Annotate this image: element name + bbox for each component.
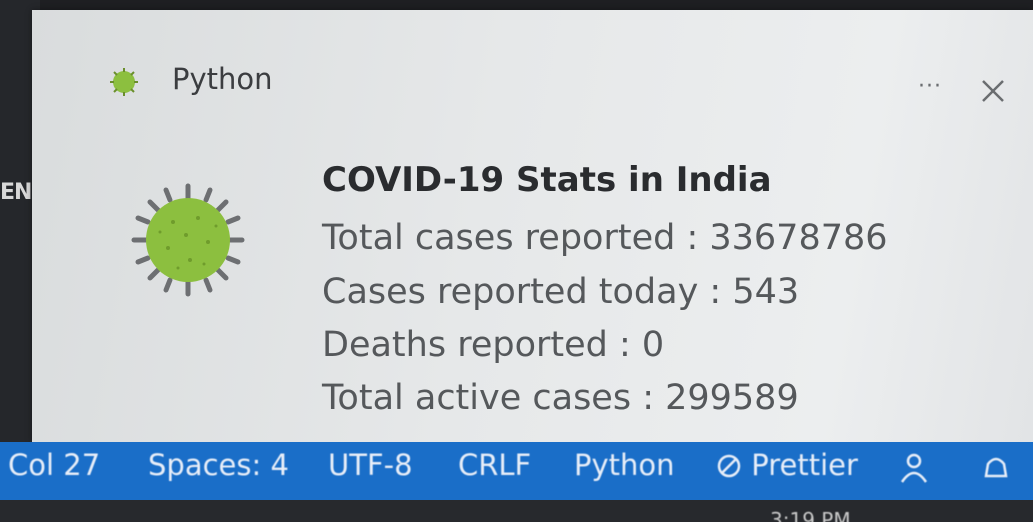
app-name: Python	[172, 62, 273, 96]
prettier-label: Prettier	[751, 448, 858, 482]
status-bar: Col 27 Spaces: 4 UTF-8 CRLF Python Prett…	[0, 442, 1033, 500]
total-cases-text: Total cases reported : 33678786	[322, 218, 888, 258]
close-icon[interactable]	[978, 76, 1008, 106]
virus-icon	[131, 183, 245, 297]
deaths-text: Deaths reported : 0	[322, 325, 665, 365]
prettier-status[interactable]: Prettier	[716, 448, 858, 482]
prettier-check-icon	[717, 454, 741, 478]
toast-notification[interactable]: Python ··· COVID-19 Stats in India Total…	[32, 10, 1033, 442]
python-app-icon	[110, 68, 138, 96]
feedback-person-icon[interactable]	[896, 450, 932, 486]
cursor-position[interactable]: Col 27	[8, 448, 100, 482]
end-of-line-selector[interactable]: CRLF	[458, 448, 531, 482]
indentation-selector[interactable]: Spaces: 4	[148, 448, 289, 482]
language-mode-selector[interactable]: Python	[574, 448, 675, 482]
taskbar: 3:19 PM	[0, 500, 1033, 522]
encoding-selector[interactable]: UTF-8	[328, 448, 413, 482]
active-cases-text: Total active cases : 299589	[322, 378, 799, 418]
more-options-button[interactable]: ···	[918, 74, 942, 99]
taskbar-clock[interactable]: 3:19 PM	[770, 508, 851, 522]
cases-today-text: Cases reported today : 543	[322, 272, 800, 312]
screen: EN Python ··· COVID-19 Stats in India To…	[0, 0, 1033, 522]
editor-edge-text: EN	[0, 180, 32, 205]
notification-title: COVID-19 Stats in India	[322, 160, 772, 200]
notifications-bell-icon[interactable]	[978, 450, 1014, 486]
